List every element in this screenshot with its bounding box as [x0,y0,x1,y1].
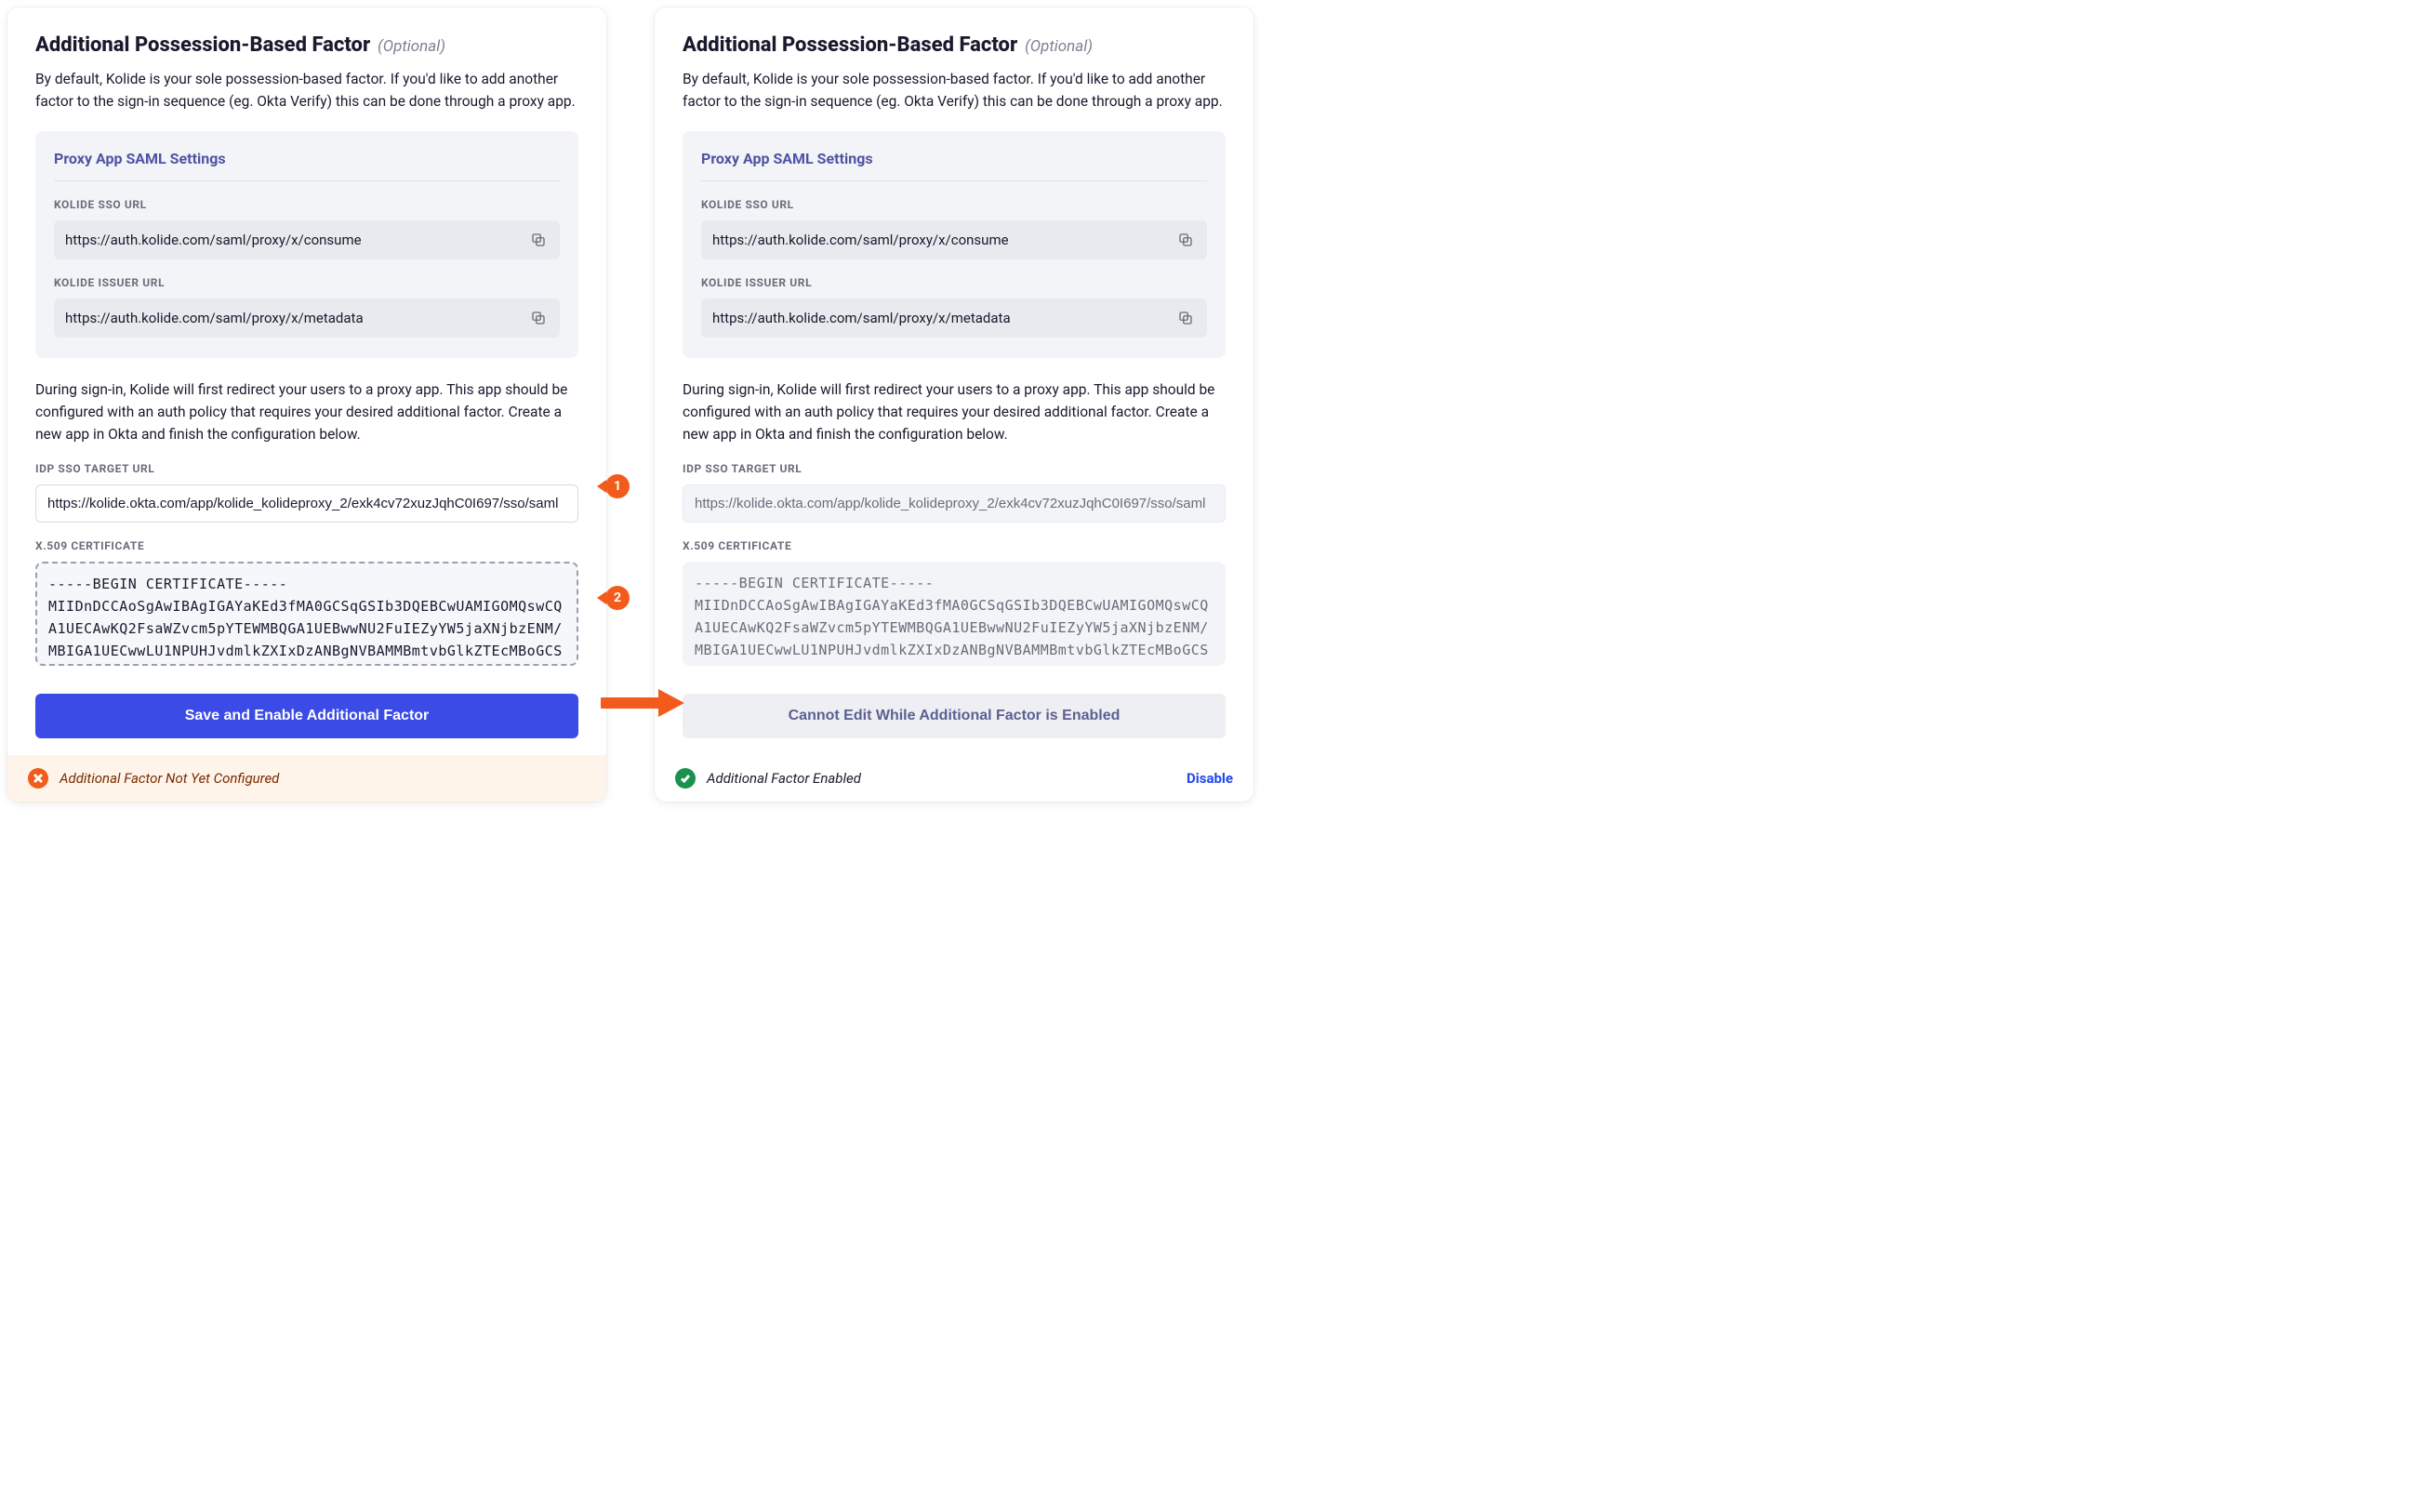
proxy-saml-panel: Proxy App SAML Settings KOLIDE SSO URL h… [35,131,578,358]
annotation-badge-1: 1 [605,474,630,498]
copy-icon[interactable] [528,230,549,250]
section-description: By default, Kolide is your sole possessi… [35,68,578,113]
section-title: Additional Possession-Based Factor [683,33,1017,57]
sso-url-label: KOLIDE SSO URL [54,198,560,211]
issuer-url-label: KOLIDE ISSUER URL [701,276,1207,289]
proxy-saml-panel: Proxy App SAML Settings KOLIDE SSO URL h… [683,131,1226,358]
check-icon [675,768,696,789]
idp-target-input-readonly [683,484,1226,523]
panel-title: Proxy App SAML Settings [54,150,560,181]
optional-tag: (Optional) [1025,37,1093,56]
copy-icon[interactable] [528,308,549,328]
panel-title: Proxy App SAML Settings [701,150,1207,181]
cert-label: X.509 CERTIFICATE [683,539,1226,552]
config-card-editable: Additional Possession-Based Factor (Opti… [7,7,606,802]
disable-link[interactable]: Disable [1187,770,1233,787]
annotation-badge-2: 2 [605,586,630,610]
section-description: By default, Kolide is your sole possessi… [683,68,1226,113]
idp-target-input[interactable] [35,484,578,523]
issuer-url-row: https://auth.kolide.com/saml/proxy/x/met… [701,298,1207,338]
optional-tag: (Optional) [378,37,445,56]
status-text: Additional Factor Not Yet Configured [60,770,279,787]
status-footer-ok: Additional Factor Enabled Disable [655,755,1253,802]
copy-icon[interactable] [1175,230,1196,250]
cert-label: X.509 CERTIFICATE [35,539,578,552]
config-card-locked: Additional Possession-Based Factor (Opti… [655,7,1253,802]
proxy-instructions: During sign-in, Kolide will first redire… [683,378,1226,445]
x-icon [28,768,48,789]
sso-url-row: https://auth.kolide.com/saml/proxy/x/con… [701,220,1207,259]
sso-url-value: https://auth.kolide.com/saml/proxy/x/con… [65,232,528,248]
sso-url-row: https://auth.kolide.com/saml/proxy/x/con… [54,220,560,259]
idp-target-label: IDP SSO TARGET URL [683,462,1226,475]
copy-icon[interactable] [1175,308,1196,328]
arrow-icon [601,687,686,719]
issuer-url-row: https://auth.kolide.com/saml/proxy/x/met… [54,298,560,338]
idp-target-label: IDP SSO TARGET URL [35,462,578,475]
issuer-url-value: https://auth.kolide.com/saml/proxy/x/met… [65,310,528,326]
sso-url-value: https://auth.kolide.com/saml/proxy/x/con… [712,232,1175,248]
disabled-edit-button: Cannot Edit While Additional Factor is E… [683,694,1226,738]
proxy-instructions: During sign-in, Kolide will first redire… [35,378,578,445]
status-text: Additional Factor Enabled [707,770,861,787]
status-footer-warn: Additional Factor Not Yet Configured [7,755,606,802]
issuer-url-value: https://auth.kolide.com/saml/proxy/x/met… [712,310,1175,326]
sso-url-label: KOLIDE SSO URL [701,198,1207,211]
cert-textarea[interactable] [35,562,578,666]
issuer-url-label: KOLIDE ISSUER URL [54,276,560,289]
cert-textarea-readonly [683,562,1226,666]
save-enable-button[interactable]: Save and Enable Additional Factor [35,694,578,738]
section-title: Additional Possession-Based Factor [35,33,370,57]
